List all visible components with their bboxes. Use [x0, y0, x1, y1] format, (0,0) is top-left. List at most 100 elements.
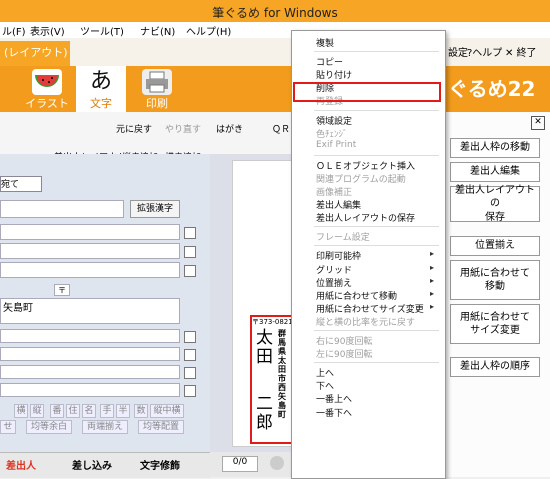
sender-address-text: 群馬県太田市西矢島町	[278, 329, 286, 419]
context-menu-item-14[interactable]: 差出人編集	[316, 198, 361, 211]
postal-button[interactable]: 〒	[54, 284, 70, 296]
context-menu-item-11[interactable]: ＯＬＥオブジェクト挿入	[316, 159, 415, 172]
text-button[interactable]: あ 文字	[76, 66, 126, 112]
context-menu-item-2[interactable]: コピー	[316, 55, 343, 68]
format-btn-13[interactable]: 均等配置	[138, 420, 184, 434]
tab-sender[interactable]: 差出人	[6, 457, 36, 472]
checkbox-3[interactable]	[184, 265, 196, 277]
fit-move-button[interactable]: 用紙に合わせて 移動	[450, 260, 540, 300]
context-menu-item-26[interactable]: 右に90度回転	[316, 334, 372, 347]
format-btn-2[interactable]: 縦	[30, 404, 44, 418]
context-menu-item-32[interactable]: 一番下へ	[316, 406, 352, 419]
fit-resize-button[interactable]: 用紙に合わせて サイズ変更	[450, 304, 540, 344]
field-7[interactable]	[0, 383, 180, 397]
undo-button[interactable]: 元に戻す	[116, 122, 152, 135]
submenu-arrow-icon: ▸	[430, 262, 435, 272]
format-btn-8[interactable]: 数	[134, 404, 148, 418]
move-sender-frame-button[interactable]: 差出人枠の移動	[450, 138, 540, 158]
field-2[interactable]	[0, 243, 180, 259]
help-link[interactable]: ?ヘルプ	[467, 44, 502, 59]
brush-text-icon: あ	[89, 69, 112, 94]
print-label: 印刷	[146, 97, 168, 110]
illust-button[interactable]: イラスト	[22, 66, 72, 112]
context-menu-item-0[interactable]: 複製	[316, 36, 334, 49]
context-menu-item-8[interactable]: 色ﾁｪﾝｼﾞ	[316, 127, 348, 140]
save-sender-layout-button[interactable]: 差出人レイアウトの 保存	[450, 185, 540, 223]
format-btn-4[interactable]: 住	[66, 404, 80, 418]
format-btn-11[interactable]: 均等余白	[26, 420, 72, 434]
field-3[interactable]	[0, 262, 180, 278]
menu-view[interactable]: 表示(V)	[30, 23, 65, 38]
menu-tools[interactable]: ツール(T)	[80, 23, 124, 38]
tab-text-decoration[interactable]: 文字修飾	[140, 457, 180, 472]
window-title: 筆ぐるめ for Windows	[212, 6, 338, 20]
context-menu-item-15[interactable]: 差出人レイアウトの保存	[316, 211, 415, 224]
field-6[interactable]	[0, 365, 180, 379]
menu-help[interactable]: ヘルプ(H)	[186, 23, 231, 38]
context-menu-item-13[interactable]: 画像補正	[316, 185, 352, 198]
address-field[interactable]: 矢島町	[0, 298, 180, 324]
checkbox-7[interactable]	[184, 385, 196, 397]
brand-logo: ぐるめ22	[448, 77, 536, 101]
layout-toolbar: 元に戻す やり直す 差出人レイアウト 縦書追加 横書追加	[0, 112, 210, 163]
close-icon[interactable]: ✕	[531, 116, 545, 130]
context-menu-item-17[interactable]: フレーム設定	[316, 230, 370, 243]
context-menu-item-20[interactable]: グリッド	[316, 263, 352, 276]
menu-separator	[314, 226, 439, 228]
context-menu-item-31[interactable]: 一番上へ	[316, 392, 352, 405]
print-button[interactable]: 印刷	[132, 66, 182, 112]
context-menu-item-21[interactable]: 位置揃え	[316, 276, 352, 289]
submenu-arrow-icon: ▸	[430, 301, 435, 311]
exit-link[interactable]: ✕ 終了	[505, 44, 537, 59]
context-menu-item-12[interactable]: 関連プログラムの起動	[316, 172, 406, 185]
settings-link[interactable]: 設定	[448, 44, 468, 59]
edit-sender-button[interactable]: 差出人編集	[450, 162, 540, 182]
menu-separator	[314, 109, 439, 111]
sender-given-name: 二郎	[256, 394, 273, 433]
expand-kanji-button[interactable]: 拡張漢字	[130, 200, 180, 218]
first-page-icon[interactable]	[270, 456, 284, 470]
field-4[interactable]	[0, 329, 180, 343]
name-field[interactable]	[0, 200, 124, 218]
context-menu-item-23[interactable]: 用紙に合わせてサイズ変更	[316, 302, 424, 315]
align-position-button[interactable]: 位置揃え	[450, 236, 540, 256]
context-menu-item-22[interactable]: 用紙に合わせて移動	[316, 289, 397, 302]
checkbox-1[interactable]	[184, 227, 196, 239]
tab-recipient[interactable]: 宛て	[0, 176, 42, 192]
menu-navi[interactable]: ナビ(N)	[140, 23, 175, 38]
tab-merge[interactable]: 差し込み	[72, 457, 112, 472]
field-5[interactable]	[0, 347, 180, 361]
context-menu-item-27[interactable]: 左に90度回転	[316, 347, 372, 360]
context-menu-item-3[interactable]: 貼り付け	[316, 68, 352, 81]
format-btn-1[interactable]: 横	[14, 404, 28, 418]
page-nav: 0/0	[210, 452, 295, 477]
checkbox-4[interactable]	[184, 331, 196, 343]
format-btn-6[interactable]: 手	[100, 404, 114, 418]
format-btn-5[interactable]: 名	[82, 404, 96, 418]
field-1[interactable]	[0, 224, 180, 240]
format-btn-10[interactable]: せ	[0, 420, 16, 434]
context-menu-item-24[interactable]: 縦と横の比率を元に戻す	[316, 315, 415, 328]
format-btn-9[interactable]: 縦中横	[150, 404, 184, 418]
format-btn-12[interactable]: 両端揃え	[82, 420, 128, 434]
context-menu-item-30[interactable]: 下へ	[316, 379, 334, 392]
checkbox-2[interactable]	[184, 246, 196, 258]
tab-layout[interactable]: (レイアウト)	[0, 41, 70, 66]
checkbox-5[interactable]	[184, 349, 196, 361]
sender-address-frame[interactable]: 〒373-0821 群馬県太田市西矢島町 太田 二郎	[250, 315, 296, 444]
format-btn-7[interactable]: 半	[116, 404, 130, 418]
context-menu-item-9[interactable]: Exif Print	[316, 140, 356, 150]
redo-button[interactable]: やり直す	[165, 122, 201, 135]
format-btn-3[interactable]: 番	[50, 404, 64, 418]
sender-family-name: 太田	[256, 328, 273, 367]
context-menu-item-29[interactable]: 上へ	[316, 366, 334, 379]
context-menu-item-19[interactable]: 印刷可能枠	[316, 249, 361, 262]
printer-icon	[142, 69, 172, 95]
menu-file[interactable]: ル(F)	[2, 23, 26, 38]
menu-separator	[314, 245, 439, 247]
preview-header: はがき ＱＲコ	[210, 112, 300, 155]
checkbox-6[interactable]	[184, 367, 196, 379]
context-menu-item-7[interactable]: 領域設定	[316, 114, 352, 127]
sender-frame-order-button[interactable]: 差出人枠の順序	[450, 357, 540, 377]
title-bar: 筆ぐるめ for Windows	[0, 0, 550, 22]
